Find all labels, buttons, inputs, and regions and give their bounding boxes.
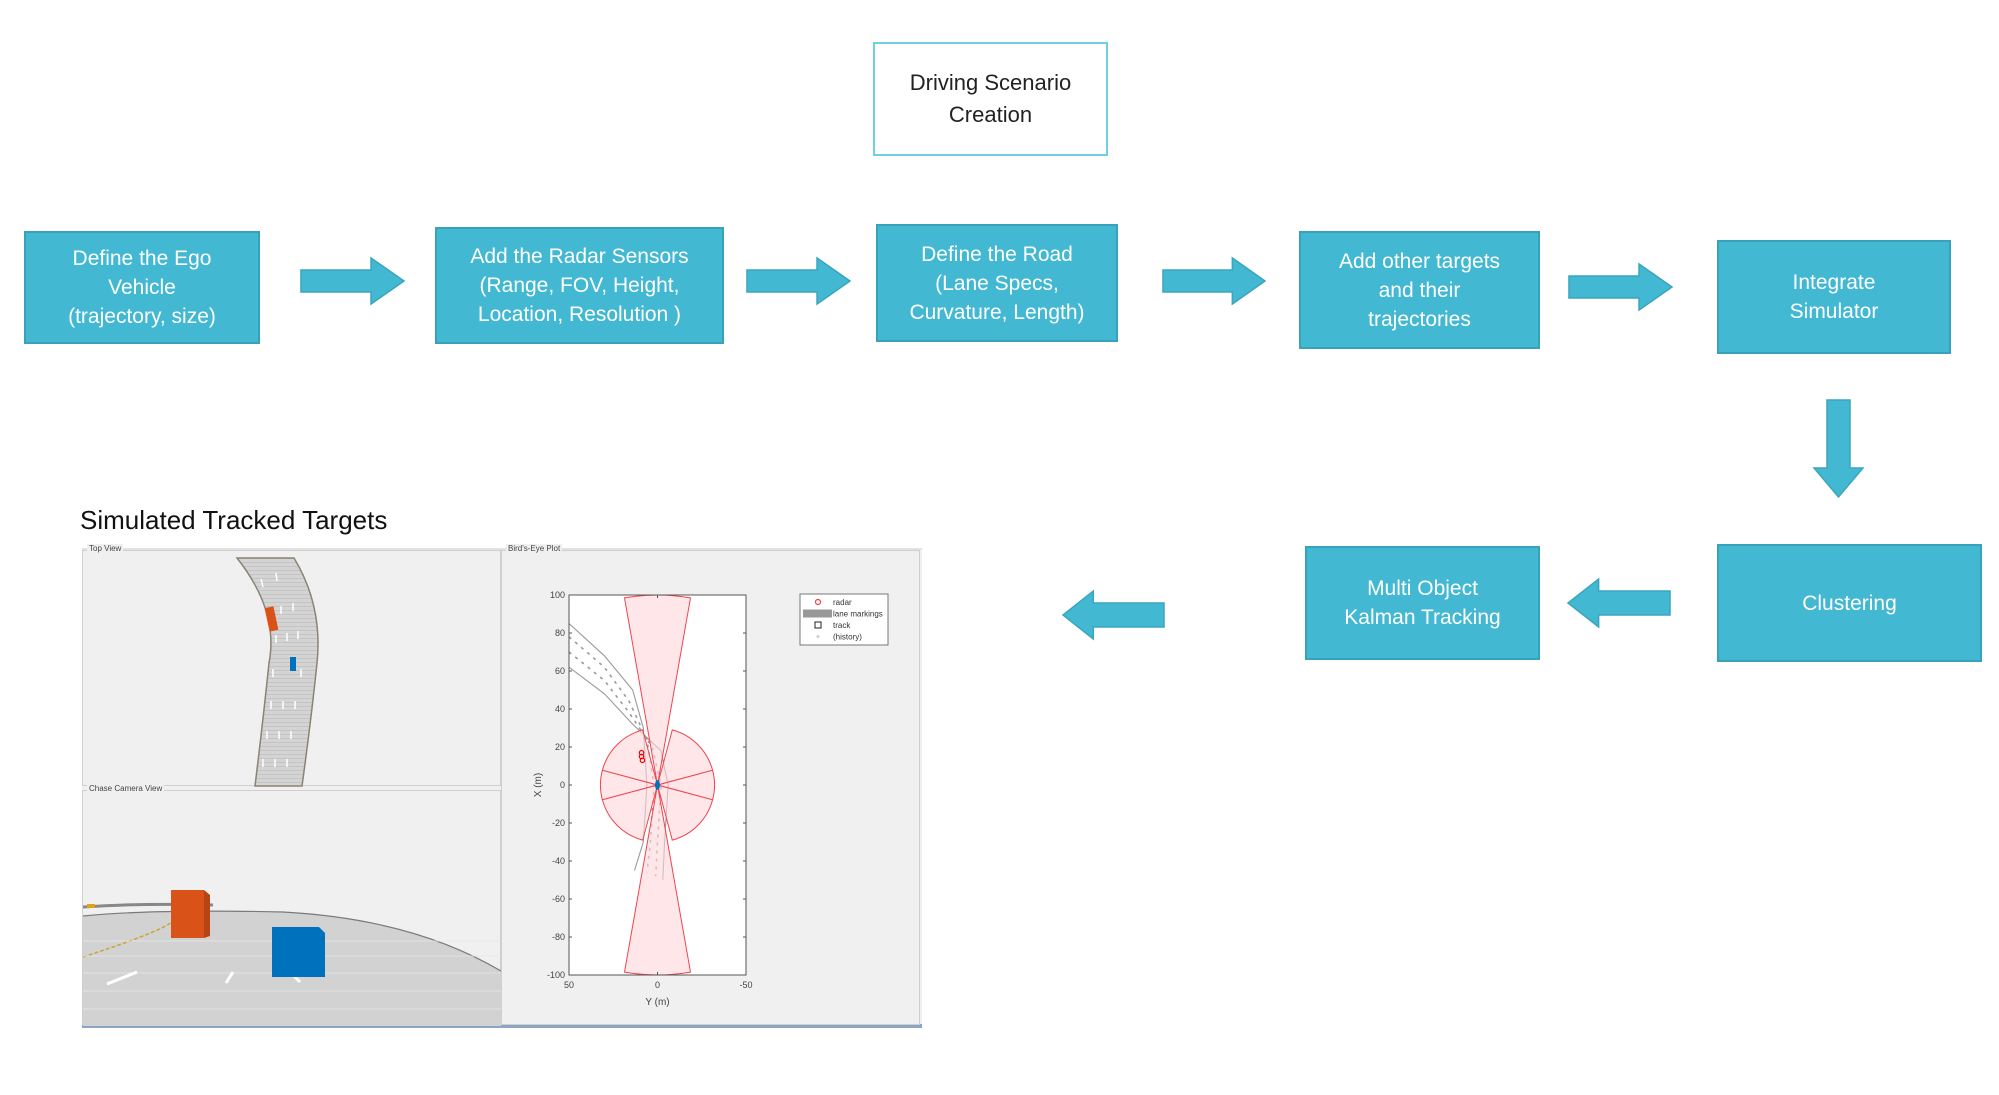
step-define-road: Define the Road (Lane Specs, Curvature, … [876,224,1118,342]
road-surface [235,557,319,787]
x-tick-label: -50 [739,980,752,990]
y-tick-label: 0 [560,780,565,790]
legend-label: track [833,621,851,630]
x-tick-label: 50 [564,980,574,990]
legend-history-icon [816,635,820,638]
arrow-right-icon [1568,262,1674,312]
step-define-ego-vehicle: Define the Ego Vehicle (trajectory, size… [24,231,260,344]
simulation-screenshot: Top View Chase Camera View Bird's-Eye Pl… [82,544,922,1028]
arrow-left-icon [1061,589,1165,641]
y-tick-label: 60 [555,666,565,676]
arrow-down-icon [1812,399,1865,499]
arrow-right-icon [746,256,852,306]
legend-label: lane markings [833,610,883,619]
y-tick-label: -100 [547,970,565,980]
step-clustering: Clustering [1717,544,1982,662]
birds-eye-panel: Bird's-Eye Plot 100 80 60 40 20 0 -20 -40 -60 -80… [501,544,920,1025]
y-tick-label: 40 [555,704,565,714]
simulated-tracked-targets-title: Simulated Tracked Targets [80,505,388,535]
step-add-other-targets: Add other targets and their trajectories [1299,231,1540,349]
arrow-left-icon [1566,577,1671,629]
driving-scenario-creation-title: Driving Scenario Creation [873,42,1108,156]
y-tick-label: -40 [552,856,565,866]
ego-vehicle-marker [655,780,660,790]
arrow-right-icon [1162,256,1267,306]
top-view-panel: Top View [82,544,501,787]
ego-vehicle [290,657,296,671]
distant-vehicle [87,904,95,908]
y-tick-label: -60 [552,894,565,904]
birds-eye-plot: 100 80 60 40 20 0 -20 -40 -60 -80 -10050 0 -50 Y (m) X… [533,590,889,1008]
target-vehicle-3d [171,890,210,938]
y-tick-label: -80 [552,932,565,942]
chase-camera-scene [83,890,502,1026]
y-tick-label: 20 [555,742,565,752]
chase-camera-panel: Chase Camera View [82,784,502,1026]
step-multi-object-kalman-tracking: Multi Object Kalman Tracking [1305,546,1540,660]
legend-label: radar [833,598,852,607]
legend-label: (history) [833,633,862,642]
step-integrate-simulator: Integrate Simulator [1717,240,1951,354]
y-tick-label: -20 [552,818,565,828]
ego-vehicle-3d [272,927,325,977]
y-axis-label: X (m) [533,773,544,797]
y-tick-label: 80 [555,628,565,638]
step-add-radar-sensors: Add the Radar Sensors (Range, FOV, Heigh… [435,227,724,344]
top-view-scene [235,557,319,787]
x-tick-label: 0 [655,980,660,990]
arrow-right-icon [300,256,406,306]
y-tick-label: 100 [550,590,565,600]
legend-lane-icon [803,609,832,618]
x-axis-label: Y (m) [645,997,669,1008]
